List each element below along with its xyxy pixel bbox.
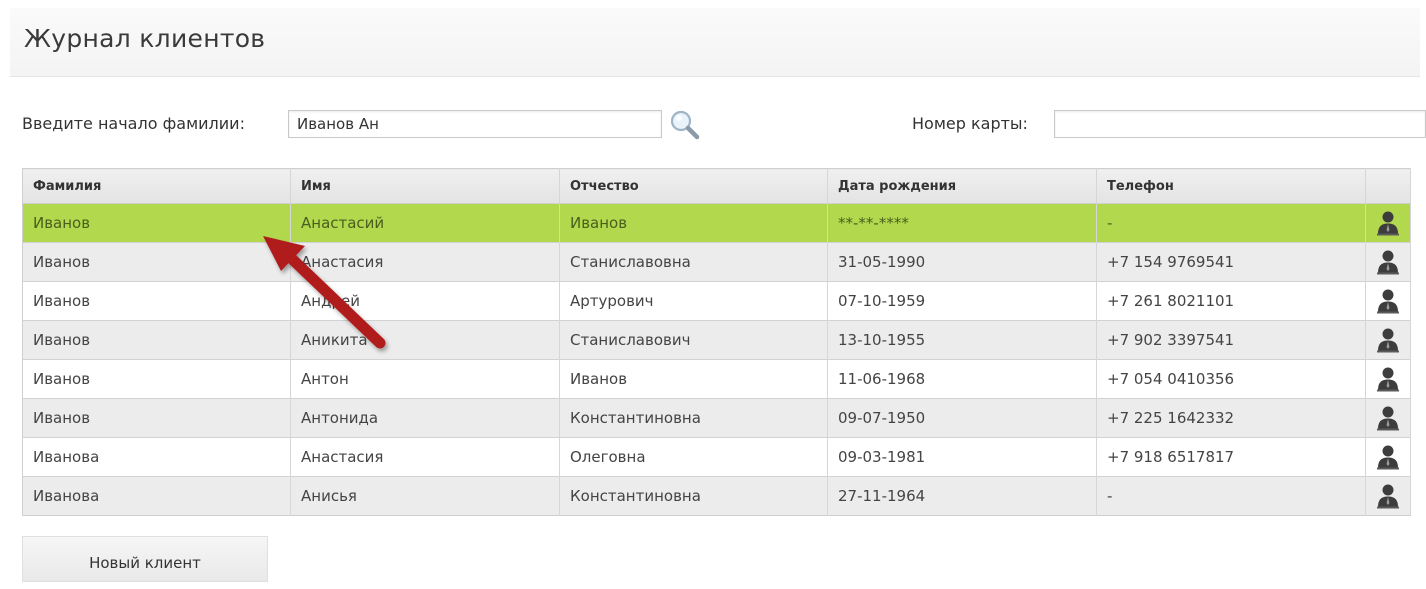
person-icon[interactable] — [1376, 483, 1400, 509]
cell-surname: Иванов — [22, 359, 291, 399]
cell-action — [1365, 281, 1411, 321]
card-number-label: Номер карты: — [912, 114, 1028, 133]
cell-birth-date: 13-10-1955 — [827, 320, 1097, 360]
surname-search-input[interactable] — [288, 110, 662, 138]
cell-birth-date: 11-06-1968 — [827, 359, 1097, 399]
cell-surname: Иванов — [22, 242, 291, 282]
cell-action — [1365, 203, 1411, 243]
cell-patronymic: Иванов — [559, 203, 828, 243]
cell-patronymic: Константиновна — [559, 398, 828, 438]
person-icon[interactable] — [1376, 288, 1400, 314]
cell-action — [1365, 359, 1411, 399]
cell-birth-date: 27-11-1964 — [827, 476, 1097, 516]
table-row[interactable]: Иванов Андрей Артурович 07-10-1959 +7 261 80… — [22, 281, 1411, 321]
card-number-input[interactable] — [1054, 110, 1426, 138]
cell-name: Аникита — [290, 320, 560, 360]
table-row[interactable]: Иванов Анастасия Станиславовна 31-05-1990 +7… — [22, 242, 1411, 282]
table-row[interactable]: Иванов Антон Иванов 11-06-1968 +7 054 041035… — [22, 359, 1411, 399]
new-client-button[interactable]: Новый клиент — [22, 536, 268, 582]
clients-table: Фамилия Имя Отчество Дата рождения Телеф… — [22, 168, 1411, 516]
cell-action — [1365, 437, 1411, 477]
cell-phone: +7 261 8021101 — [1096, 281, 1366, 321]
cell-name: Анастасия — [290, 437, 560, 477]
person-icon[interactable] — [1376, 249, 1400, 275]
person-icon[interactable] — [1376, 405, 1400, 431]
cell-birth-date: 07-10-1959 — [827, 281, 1097, 321]
cell-action — [1365, 242, 1411, 282]
cell-phone: - — [1096, 476, 1366, 516]
cell-birth-date: 09-07-1950 — [827, 398, 1097, 438]
table-row[interactable]: Иванов Антонида Константиновна 09-07-1950 +7… — [22, 398, 1411, 438]
column-header-birth-date[interactable]: Дата рождения — [827, 168, 1097, 204]
cell-birth-date: 09-03-1981 — [827, 437, 1097, 477]
cell-phone: +7 902 3397541 — [1096, 320, 1366, 360]
cell-name: Антонида — [290, 398, 560, 438]
surname-label: Введите начало фамилии: — [22, 114, 245, 133]
cell-surname: Иванова — [22, 476, 291, 516]
column-header-name[interactable]: Имя — [290, 168, 560, 204]
cell-surname: Иванов — [22, 281, 291, 321]
cell-patronymic: Станиславович — [559, 320, 828, 360]
cell-name: Антон — [290, 359, 560, 399]
cell-action — [1365, 320, 1411, 360]
page-header: Журнал клиентов — [10, 8, 1420, 77]
table-row[interactable]: Иванов Аникита Станиславович 13-10-1955 +7 9… — [22, 320, 1411, 360]
cell-name: Анисья — [290, 476, 560, 516]
person-icon[interactable] — [1376, 210, 1400, 236]
column-header-actions — [1365, 168, 1411, 204]
cell-birth-date: **-**-**** — [827, 203, 1097, 243]
page-title: Журнал клиентов — [24, 24, 266, 53]
person-icon[interactable] — [1376, 366, 1400, 392]
person-icon[interactable] — [1376, 444, 1400, 470]
cell-patronymic: Артурович — [559, 281, 828, 321]
cell-name: Анастасия — [290, 242, 560, 282]
person-icon[interactable] — [1376, 327, 1400, 353]
cell-surname: Иванова — [22, 437, 291, 477]
cell-phone: - — [1096, 203, 1366, 243]
table-row[interactable]: Иванова Анисья Константиновна 27-11-1964- — [22, 476, 1411, 516]
cell-phone: +7 225 1642332 — [1096, 398, 1366, 438]
cell-phone: +7 154 9769541 — [1096, 242, 1366, 282]
cell-action — [1365, 398, 1411, 438]
table-row[interactable]: Иванов Анастасий Иванов **-**-**** - — [22, 203, 1411, 243]
cell-name: Анастасий — [290, 203, 560, 243]
table-row[interactable]: Иванова Анастасия Олеговна 09-03-1981 +7 918… — [22, 437, 1411, 477]
search-bar: Введите начало фамилии: Номер карты: — [22, 108, 1426, 142]
cell-phone: +7 054 0410356 — [1096, 359, 1366, 399]
cell-patronymic: Иванов — [559, 359, 828, 399]
cell-phone: +7 918 6517817 — [1096, 437, 1366, 477]
column-header-patronymic[interactable]: Отчество — [559, 168, 828, 204]
cell-name: Андрей — [290, 281, 560, 321]
cell-patronymic: Станиславовна — [559, 242, 828, 282]
table-header-row: Фамилия Имя Отчество Дата рождения Телеф… — [22, 168, 1411, 204]
column-header-surname[interactable]: Фамилия — [22, 168, 291, 204]
cell-action — [1365, 476, 1411, 516]
cell-patronymic: Олеговна — [559, 437, 828, 477]
search-icon[interactable] — [668, 108, 702, 142]
cell-surname: Иванов — [22, 320, 291, 360]
cell-surname: Иванов — [22, 398, 291, 438]
cell-surname: Иванов — [22, 203, 291, 243]
cell-patronymic: Константиновна — [559, 476, 828, 516]
column-header-phone[interactable]: Телефон — [1096, 168, 1366, 204]
cell-birth-date: 31-05-1990 — [827, 242, 1097, 282]
